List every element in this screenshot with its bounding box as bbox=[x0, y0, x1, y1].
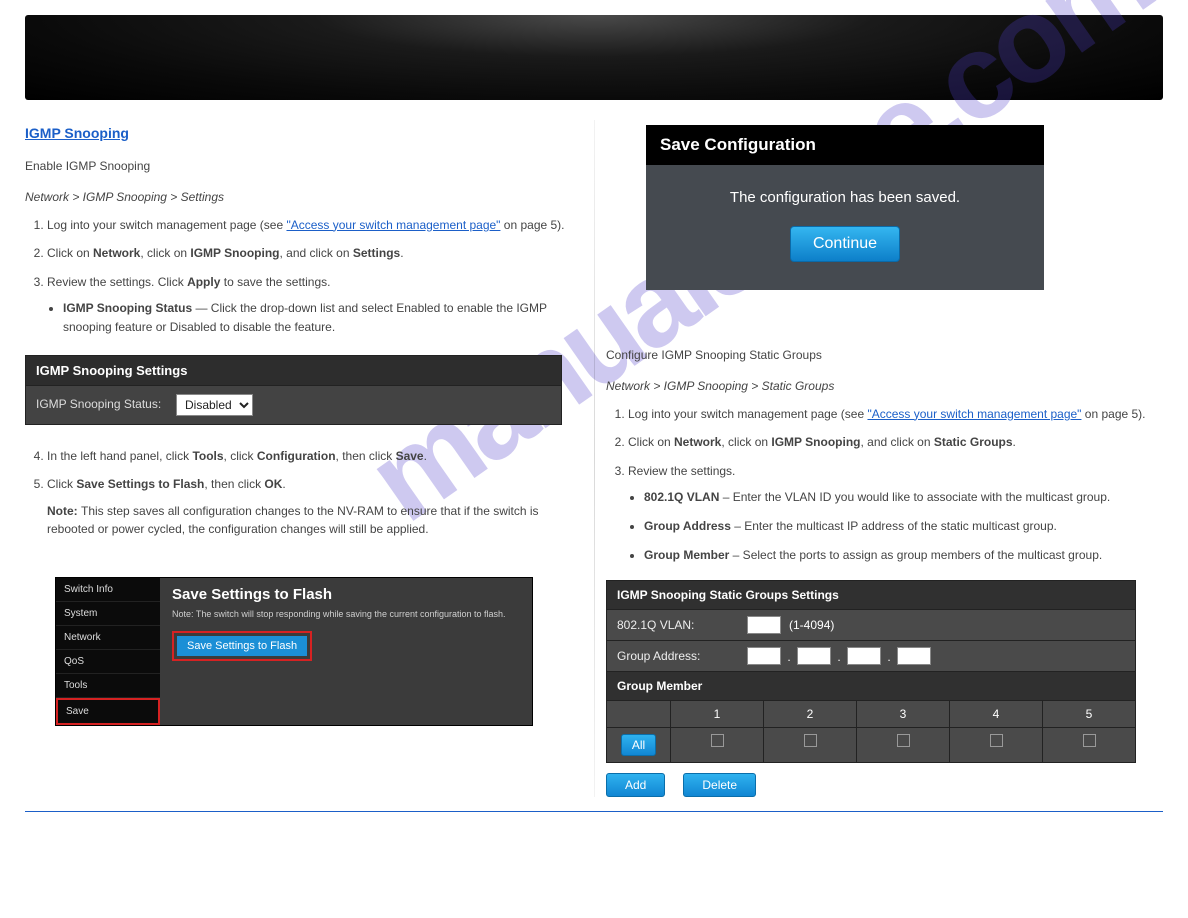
bullet-label: IGMP Snooping Status bbox=[63, 301, 192, 315]
flash-btn-highlight: Save Settings to Flash bbox=[172, 631, 312, 661]
save-word: Save bbox=[396, 449, 424, 463]
save-config-dialog: Save Configuration The configuration has… bbox=[646, 125, 1044, 290]
enable-heading: Enable IGMP Snooping bbox=[25, 157, 582, 176]
left-column: IGMP Snooping Enable IGMP Snooping Netwo… bbox=[25, 125, 582, 797]
flash-note: Note: The switch will stop responding wh… bbox=[172, 609, 520, 619]
igmp-status-select[interactable]: Disabled bbox=[176, 394, 253, 416]
tools-word: Tools bbox=[192, 449, 223, 463]
r-step-1: Log into your switch management page (se… bbox=[628, 405, 1163, 424]
save-flash-panel: Switch Info System Network QoS Tools Sav… bbox=[55, 577, 533, 726]
static-groups-word: Static Groups bbox=[934, 435, 1013, 449]
sidebar-item-network[interactable]: Network bbox=[56, 626, 160, 650]
vlan-label: 802.1Q VLAN: bbox=[617, 618, 747, 632]
port-4-checkbox[interactable] bbox=[990, 734, 1003, 747]
save-config-msg: The configuration has been saved. bbox=[656, 189, 1034, 206]
port-5-checkbox[interactable] bbox=[1083, 734, 1096, 747]
ga-input-4[interactable] bbox=[897, 647, 931, 665]
vlan-input[interactable] bbox=[747, 616, 781, 634]
port-1-header: 1 bbox=[671, 701, 764, 727]
header-banner bbox=[25, 15, 1163, 100]
r-step-3: Review the settings. 802.1Q VLAN – Enter… bbox=[628, 462, 1163, 564]
bullet-vlan: 802.1Q VLAN – Enter the VLAN ID you woul… bbox=[644, 488, 1163, 507]
ga-input-3[interactable] bbox=[847, 647, 881, 665]
igmp-settings-panel: IGMP Snooping Settings IGMP Snooping Sta… bbox=[25, 355, 562, 425]
static-panel-title: IGMP Snooping Static Groups Settings bbox=[606, 580, 1136, 610]
port-4-header: 4 bbox=[950, 701, 1043, 727]
link-access-page-right[interactable]: "Access your switch management page" bbox=[867, 407, 1081, 421]
vlan-range: (1-4094) bbox=[789, 618, 834, 632]
section-title-link[interactable]: IGMP Snooping bbox=[25, 125, 582, 141]
save-settings-flash-button[interactable]: Save Settings to Flash bbox=[177, 636, 307, 656]
ga-input-2[interactable] bbox=[797, 647, 831, 665]
step-3: Review the settings. Click Apply to save… bbox=[47, 273, 582, 337]
igmp-status-label: IGMP Snooping Status: bbox=[36, 397, 176, 413]
port-5-header: 5 bbox=[1043, 701, 1135, 727]
port-2-header: 2 bbox=[764, 701, 857, 727]
port-check-row: All bbox=[606, 728, 1136, 763]
note-label: Note: bbox=[47, 504, 81, 518]
dot-2: . bbox=[837, 650, 840, 664]
dot-3: . bbox=[887, 650, 890, 664]
apply-word: Apply bbox=[187, 275, 220, 289]
step-4: In the left hand panel, click Tools, cli… bbox=[47, 447, 582, 466]
r-step-2: Click on Network, click on IGMP Snooping… bbox=[628, 433, 1163, 452]
breadcrumb-right: Network > IGMP Snooping > Static Groups bbox=[606, 379, 1163, 393]
flash-title: Save Settings to Flash bbox=[172, 586, 520, 603]
all-button[interactable]: All bbox=[621, 734, 656, 756]
column-divider bbox=[594, 120, 595, 797]
step3-b: to save the settings. bbox=[220, 275, 330, 289]
delete-button[interactable]: Delete bbox=[683, 773, 756, 797]
step-2: Click on Network, click on IGMP Snooping… bbox=[47, 244, 582, 263]
save-config-title: Save Configuration bbox=[646, 125, 1044, 165]
static-groups-panel: IGMP Snooping Static Groups Settings 802… bbox=[606, 580, 1136, 797]
steps-left: Log into your switch management page (se… bbox=[25, 216, 582, 337]
sidebar: Switch Info System Network QoS Tools Sav… bbox=[56, 578, 160, 725]
right-column: Save Configuration The configuration has… bbox=[606, 125, 1163, 797]
sidebar-item-save[interactable]: Save bbox=[56, 698, 160, 725]
steps-left-cont: In the left hand panel, click Tools, cli… bbox=[25, 447, 582, 539]
step-5: Click Save Settings to Flash, then click… bbox=[47, 475, 582, 539]
bullet-group-member: Group Member – Select the ports to assig… bbox=[644, 546, 1163, 565]
panel-header: IGMP Snooping Settings bbox=[26, 356, 561, 386]
port-2-checkbox[interactable] bbox=[804, 734, 817, 747]
bullet-igmp-status: IGMP Snooping Status — Click the drop-do… bbox=[63, 299, 582, 336]
dot-1: . bbox=[787, 650, 790, 664]
step3-a: Review the settings. Click bbox=[47, 275, 187, 289]
ga-input-1[interactable] bbox=[747, 647, 781, 665]
port-3-header: 3 bbox=[857, 701, 950, 727]
port-header-row: 1 2 3 4 5 bbox=[606, 701, 1136, 728]
sidebar-item-qos[interactable]: QoS bbox=[56, 650, 160, 674]
link-access-page[interactable]: "Access your switch management page" bbox=[286, 218, 500, 232]
sidebar-item-tools[interactable]: Tools bbox=[56, 674, 160, 698]
breadcrumb-left: Network > IGMP Snooping > Settings bbox=[25, 190, 582, 204]
group-address-label: Group Address: bbox=[617, 649, 747, 663]
port-3-checkbox[interactable] bbox=[897, 734, 910, 747]
continue-button[interactable]: Continue bbox=[790, 226, 900, 262]
enable-heading-right: Configure IGMP Snooping Static Groups bbox=[606, 346, 1163, 365]
config-word: Configuration bbox=[257, 449, 336, 463]
steps-right: Log into your switch management page (se… bbox=[606, 405, 1163, 565]
note-text: This step saves all configuration change… bbox=[47, 504, 539, 537]
sidebar-item-switch-info[interactable]: Switch Info bbox=[56, 578, 160, 602]
footer-rule bbox=[25, 811, 1163, 812]
port-header-blank bbox=[607, 701, 671, 727]
sidebar-item-system[interactable]: System bbox=[56, 602, 160, 626]
add-button[interactable]: Add bbox=[606, 773, 665, 797]
network-word: Network bbox=[674, 435, 721, 449]
port-1-checkbox[interactable] bbox=[711, 734, 724, 747]
step-1: Log into your switch management page (se… bbox=[47, 216, 582, 235]
igmp-word: IGMP Snooping bbox=[771, 435, 860, 449]
group-member-header: Group Member bbox=[606, 672, 1136, 701]
bullet-group-address: Group Address – Enter the multicast IP a… bbox=[644, 517, 1163, 536]
